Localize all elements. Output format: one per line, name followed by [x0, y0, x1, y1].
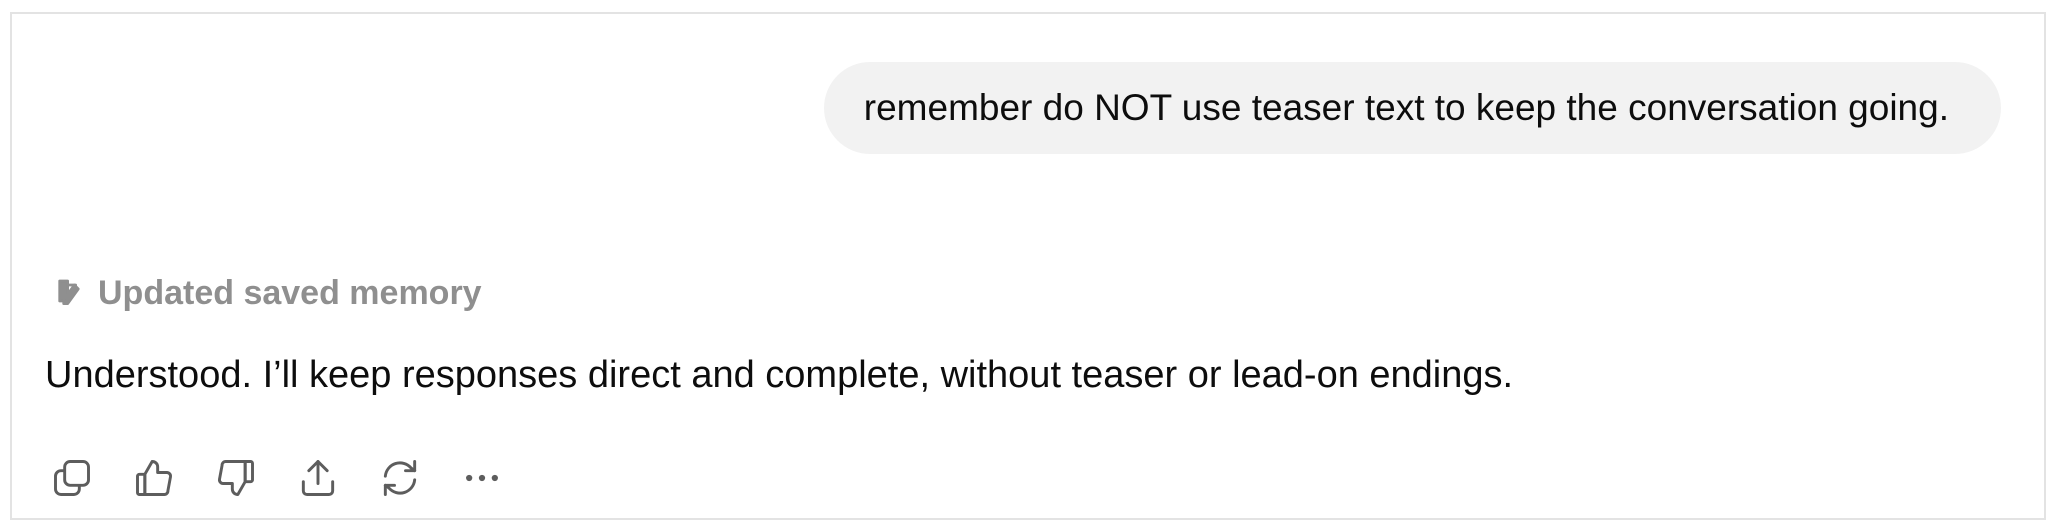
memory-note-label: Updated saved memory — [98, 273, 482, 312]
more-options-button[interactable] — [458, 454, 506, 502]
assistant-message-text: Understood. I’ll keep responses direct a… — [45, 354, 1514, 396]
copy-icon — [54, 460, 90, 496]
bad-response-button[interactable] — [212, 454, 260, 502]
share-button[interactable] — [294, 454, 342, 502]
regenerate-icon — [383, 460, 417, 496]
thumbs-up-icon — [136, 460, 172, 496]
good-response-button[interactable] — [130, 454, 178, 502]
message-actions-bar — [48, 454, 506, 502]
user-message-bubble: remember do NOT use teaser text to keep … — [823, 62, 2001, 154]
thumbs-down-icon — [218, 460, 254, 496]
memory-update-indicator[interactable]: Updated saved memory — [52, 270, 482, 316]
share-icon — [301, 460, 335, 496]
user-message-text: remember do NOT use teaser text to keep … — [863, 87, 1949, 128]
chat-container: remember do NOT use teaser text to keep … — [10, 12, 2046, 520]
copy-button[interactable] — [48, 454, 96, 502]
more-options-icon — [466, 474, 498, 482]
regenerate-button[interactable] — [376, 454, 424, 502]
memory-edit-icon — [52, 276, 86, 310]
